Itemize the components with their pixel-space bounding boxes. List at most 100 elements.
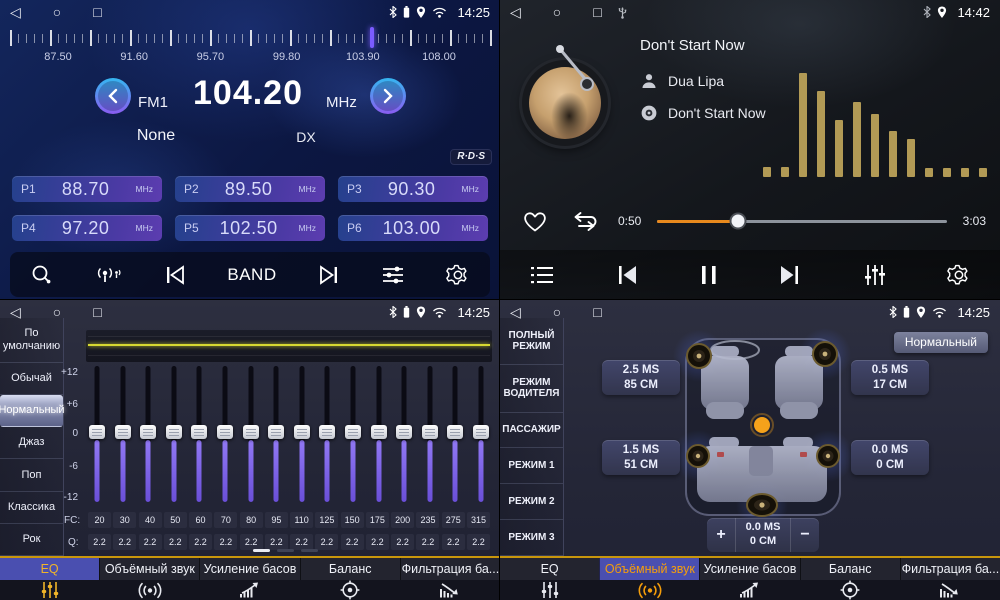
- q-value[interactable]: 2.2: [214, 534, 237, 550]
- slider-handle[interactable]: [217, 425, 233, 439]
- slider-handle[interactable]: [447, 425, 463, 439]
- fc-value[interactable]: 95: [265, 512, 288, 528]
- radio-frequency-scale[interactable]: 87.5091.6095.7099.80103.90108.00: [0, 27, 500, 67]
- home-icon[interactable]: ○: [553, 300, 561, 324]
- q-value[interactable]: 2.2: [341, 534, 364, 550]
- preset-button-p4[interactable]: P497.20MHz: [12, 215, 162, 241]
- q-value[interactable]: 2.2: [416, 534, 439, 550]
- eq-preset-3[interactable]: Нормальный: [0, 395, 63, 427]
- fc-value[interactable]: 235: [416, 512, 439, 528]
- band-slider-5[interactable]: [190, 364, 208, 506]
- slider-handle[interactable]: [243, 425, 259, 439]
- q-value[interactable]: 2.2: [189, 534, 212, 550]
- eq-preset-5[interactable]: Поп: [0, 459, 63, 491]
- profile-button[interactable]: Нормальный: [894, 332, 988, 353]
- mode-5[interactable]: РЕЖИМ 2: [500, 484, 563, 520]
- mode-1[interactable]: ПОЛНЫЙ РЕЖИМ: [500, 318, 563, 365]
- tab-1[interactable]: EQ: [500, 558, 599, 580]
- band-slider-16[interactable]: [472, 364, 490, 506]
- delay-decrease-button[interactable]: −: [791, 518, 819, 552]
- slider-handle[interactable]: [89, 425, 105, 439]
- rear-right-speaker[interactable]: [817, 445, 839, 467]
- recents-icon[interactable]: □: [593, 300, 601, 324]
- band-button[interactable]: BAND: [227, 265, 276, 285]
- tab-icon-3[interactable]: [700, 581, 800, 599]
- preset-button-p2[interactable]: P289.50MHz: [175, 176, 325, 202]
- front-left-delay-value[interactable]: 2.5 MS 85 CM: [602, 360, 680, 395]
- band-slider-11[interactable]: [344, 364, 362, 506]
- playlist-button[interactable]: [529, 264, 555, 286]
- tab-icon-1[interactable]: [0, 581, 100, 599]
- rear-left-delay-value[interactable]: 1.5 MS 51 CM: [602, 440, 680, 475]
- eq-preset-6[interactable]: Классика: [0, 492, 63, 524]
- dx-mode-indicator[interactable]: DX: [290, 129, 322, 145]
- q-value[interactable]: 2.2: [391, 534, 414, 550]
- q-value[interactable]: 2.2: [366, 534, 389, 550]
- previous-station-button[interactable]: [163, 264, 187, 286]
- fc-value[interactable]: 50: [164, 512, 187, 528]
- fc-value[interactable]: 40: [139, 512, 162, 528]
- q-value[interactable]: 2.2: [442, 534, 465, 550]
- scan-button[interactable]: [30, 263, 54, 287]
- next-track-button[interactable]: [777, 263, 803, 287]
- band-slider-13[interactable]: [395, 364, 413, 506]
- slider-handle[interactable]: [473, 425, 489, 439]
- slider-handle[interactable]: [422, 425, 438, 439]
- eq-preset-2[interactable]: Обычай: [0, 363, 63, 395]
- tab-icon-1[interactable]: [500, 581, 600, 599]
- tab-4[interactable]: Баланс: [800, 558, 900, 580]
- band-slider-1[interactable]: [88, 364, 106, 506]
- subwoofer-speaker[interactable]: [747, 494, 777, 516]
- fc-value[interactable]: 275: [442, 512, 465, 528]
- mode-2[interactable]: РЕЖИМ ВОДИТЕЛЯ: [500, 365, 563, 412]
- fc-value[interactable]: 175: [366, 512, 389, 528]
- fc-value[interactable]: 30: [113, 512, 136, 528]
- mode-4[interactable]: РЕЖИМ 1: [500, 448, 563, 484]
- back-icon[interactable]: ◁: [510, 0, 521, 24]
- listening-position-dot[interactable]: [754, 417, 770, 433]
- recents-icon[interactable]: □: [593, 0, 601, 24]
- q-value[interactable]: 2.2: [139, 534, 162, 550]
- q-value[interactable]: 2.2: [113, 534, 136, 550]
- tab-2[interactable]: Объёмный звук: [99, 558, 199, 580]
- settings-button[interactable]: [947, 263, 971, 287]
- home-icon[interactable]: ○: [553, 0, 561, 24]
- recents-icon[interactable]: □: [93, 0, 101, 24]
- fc-value[interactable]: 70: [214, 512, 237, 528]
- band-slider-15[interactable]: [446, 364, 464, 506]
- band-slider-14[interactable]: [421, 364, 439, 506]
- band-slider-9[interactable]: [293, 364, 311, 506]
- front-left-speaker[interactable]: [687, 344, 711, 368]
- favorite-button[interactable]: [522, 210, 548, 233]
- band-slider-12[interactable]: [370, 364, 388, 506]
- q-value[interactable]: 2.2: [315, 534, 338, 550]
- tab-3[interactable]: Усиление басов: [199, 558, 299, 580]
- rds-badge[interactable]: R·D·S: [450, 149, 492, 165]
- slider-handle[interactable]: [345, 425, 361, 439]
- band-slider-8[interactable]: [267, 364, 285, 506]
- tab-icon-2[interactable]: [100, 582, 200, 599]
- slider-handle[interactable]: [140, 425, 156, 439]
- rear-right-delay-value[interactable]: 0.0 MS 0 CM: [851, 440, 929, 475]
- next-station-button[interactable]: [317, 264, 341, 286]
- back-icon[interactable]: ◁: [510, 300, 521, 324]
- band-slider-7[interactable]: [242, 364, 260, 506]
- slider-handle[interactable]: [319, 425, 335, 439]
- slider-handle[interactable]: [115, 425, 131, 439]
- slider-handle[interactable]: [191, 425, 207, 439]
- tab-5[interactable]: Фильтрация ба...: [900, 558, 1000, 580]
- tune-up-button[interactable]: [370, 78, 406, 114]
- eq-preset-4[interactable]: Джаз: [0, 427, 63, 459]
- equalizer-button[interactable]: [862, 263, 888, 287]
- fc-value[interactable]: 80: [240, 512, 263, 528]
- q-value[interactable]: 2.2: [467, 534, 490, 550]
- tab-3[interactable]: Усиление басов: [699, 558, 799, 580]
- settings-button[interactable]: [446, 263, 470, 287]
- tab-5[interactable]: Фильтрация ба...: [400, 558, 500, 580]
- eq-page-indicator[interactable]: [253, 549, 318, 552]
- mode-6[interactable]: РЕЖИМ 3: [500, 520, 563, 556]
- band-slider-3[interactable]: [139, 364, 157, 506]
- q-value[interactable]: 2.2: [290, 534, 313, 550]
- tune-down-button[interactable]: [95, 78, 131, 114]
- slider-handle[interactable]: [166, 425, 182, 439]
